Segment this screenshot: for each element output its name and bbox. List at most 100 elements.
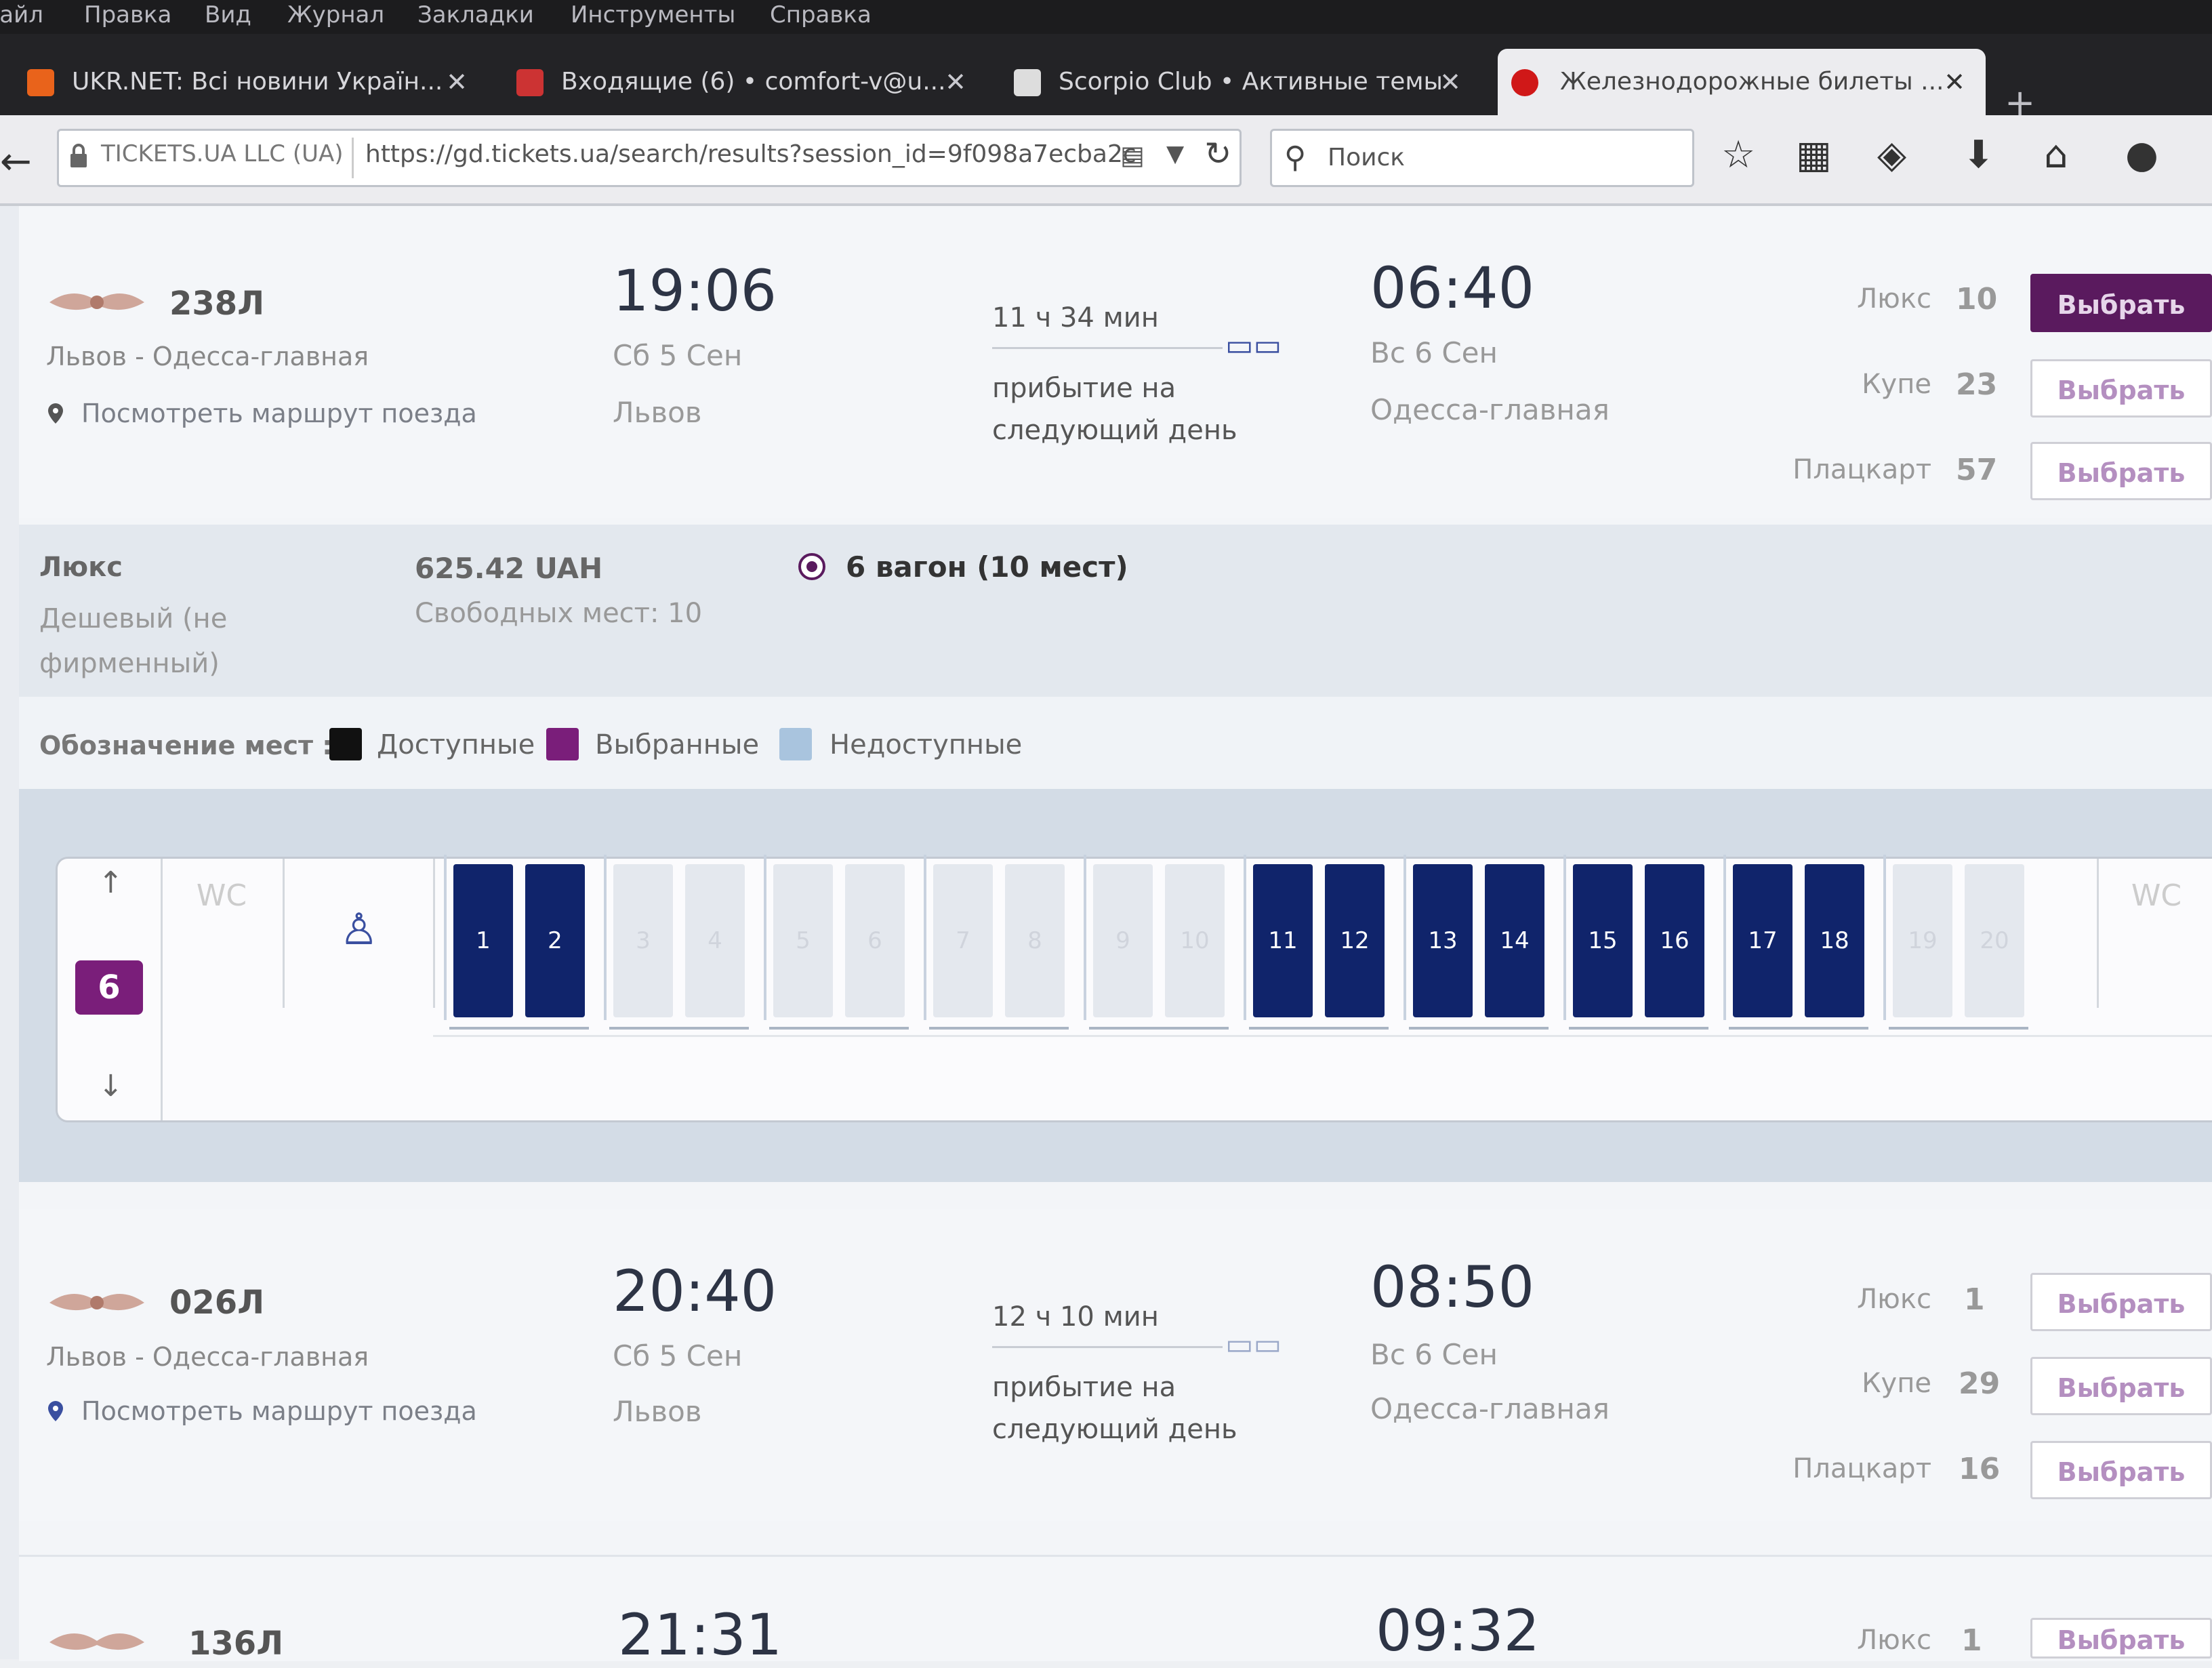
select-platzkart-button[interactable]: Выбрать xyxy=(2030,442,2212,500)
legend-unavailable-label: Недоступные xyxy=(830,729,1023,760)
seat-16[interactable]: 16 xyxy=(1645,864,1704,1017)
mail-favicon-icon xyxy=(516,69,544,96)
conductor-compartment: ♙ xyxy=(283,859,435,1008)
reload-icon[interactable]: ↻ xyxy=(1204,135,1231,173)
departure-station: Львов xyxy=(613,396,702,429)
departure-date: Сб 5 Сен xyxy=(613,1339,743,1372)
tab-railway-tickets[interactable]: Железнодорожные билеты ... ✕ xyxy=(1498,49,1986,115)
departure-station: Львов xyxy=(613,1395,702,1428)
tab-inbox[interactable]: Входящие (6) • comfort-v@u... ✕ xyxy=(516,49,966,115)
train-number: 238Л xyxy=(169,285,265,323)
arrival-note: прибытие на следующий день xyxy=(992,373,1237,446)
train-icon: ▭▭ xyxy=(1225,1327,1282,1362)
chat-icon[interactable]: ● xyxy=(2125,133,2158,177)
seat-1[interactable]: 1 xyxy=(453,864,513,1017)
arrow-down-icon: ↓ xyxy=(98,1069,123,1103)
wagon-option-label[interactable]: 6 вагон (10 мест) xyxy=(846,550,1128,584)
departure-time: 21:31 xyxy=(618,1602,783,1668)
coach-scheme: ↑ 6 ↓ WC ♙ 1 2 3 4 5 6 7 8 9 10 11 12 13 14 15 16 17 18 19… xyxy=(56,855,2212,1122)
wagon-radio[interactable] xyxy=(798,553,825,580)
arrival-date: Вс 6 Сен xyxy=(1370,1338,1498,1371)
page-content: 238Л Львов - Одесса-главная Посмотреть м… xyxy=(0,206,2212,1668)
class-count-platzkart: 16 xyxy=(1959,1452,2001,1486)
seat-11[interactable]: 11 xyxy=(1253,864,1313,1017)
arrival-station: Одесса-главная xyxy=(1370,1392,1610,1425)
download-icon[interactable]: ⬇ xyxy=(1963,133,1994,177)
route-link[interactable]: Посмотреть маршрут поезда xyxy=(46,1396,477,1426)
compartment-base xyxy=(1889,1027,2028,1030)
train-route: Львов - Одесса-главная xyxy=(46,1342,369,1372)
select-lux-button[interactable]: Выбрать xyxy=(2030,274,2212,332)
legend-available-label: Доступные xyxy=(377,729,535,760)
search-box[interactable]: ⚲ xyxy=(1270,129,1694,187)
route-link-label: Посмотреть маршрут поезда xyxy=(81,1396,477,1426)
coach-header: Люкс Дешевый (не фирменный) 625.42 UAH С… xyxy=(19,525,2212,699)
route-link[interactable]: Посмотреть маршрут поезда xyxy=(46,399,477,428)
seat-13[interactable]: 13 xyxy=(1413,864,1473,1017)
class-name-kupe: Купе xyxy=(1862,1368,1931,1399)
tickets-favicon-icon xyxy=(1511,69,1538,96)
close-tab-icon[interactable]: ✕ xyxy=(945,49,966,115)
class-name-platzkart: Плацкарт xyxy=(1793,1453,1931,1484)
home-icon[interactable]: ⌂ xyxy=(2044,133,2068,177)
seat-2[interactable]: 2 xyxy=(525,864,585,1017)
compartment-base xyxy=(1409,1027,1549,1030)
reader-view-icon[interactable]: ▤ xyxy=(1120,140,1145,170)
legend-unavailable-swatch xyxy=(779,728,812,760)
menu-history[interactable]: Журнал xyxy=(287,1,384,28)
close-tab-icon[interactable]: ✕ xyxy=(1944,49,1965,115)
select-platzkart-button[interactable]: Выбрать xyxy=(2030,1441,2212,1499)
url-bar[interactable]: TICKETS.UA LLC (UA) https://gd.tickets.u… xyxy=(57,129,1242,187)
menu-tools[interactable]: Инструменты xyxy=(571,1,735,28)
url-dropdown-icon[interactable]: ▼ xyxy=(1166,140,1184,167)
select-kupe-button[interactable]: Выбрать xyxy=(2030,1357,2212,1415)
bookmarks-list-icon[interactable]: ▦ xyxy=(1796,133,1832,177)
seat-6: 6 xyxy=(845,864,905,1017)
tab-scorpio[interactable]: Scorpio Club • Активные темы ✕ xyxy=(1014,49,1461,115)
url-text[interactable]: https://gd.tickets.ua/search/results?ses… xyxy=(365,140,1151,168)
seat-14[interactable]: 14 xyxy=(1485,864,1544,1017)
certificate-owner[interactable]: TICKETS.UA LLC (UA) xyxy=(101,140,344,167)
seat-15[interactable]: 15 xyxy=(1573,864,1633,1017)
menu-bookmarks[interactable]: Закладки xyxy=(417,1,534,28)
navigation-toolbar: ← TICKETS.UA LLC (UA) https://gd.tickets… xyxy=(0,115,2212,206)
corridor xyxy=(433,1035,2212,1037)
tab-label: UKR.NET: Всі новини Україн... xyxy=(72,68,443,96)
select-lux-button[interactable]: Выбрать xyxy=(2030,1273,2212,1331)
seat-18[interactable]: 18 xyxy=(1805,864,1864,1017)
seat-19: 19 xyxy=(1893,864,1952,1017)
departure-date: Сб 5 Сен xyxy=(613,339,743,372)
wc-left: WC xyxy=(161,859,285,1008)
scorpio-favicon-icon xyxy=(1014,69,1041,96)
legend-selected-label: Выбранные xyxy=(595,729,760,760)
compartment-divider xyxy=(444,855,447,1020)
close-tab-icon[interactable]: ✕ xyxy=(1439,49,1461,115)
select-lux-button[interactable]: Выбрать xyxy=(2030,1618,2212,1659)
class-count-platzkart: 57 xyxy=(1956,453,1998,487)
class-name-platzkart: Плацкарт xyxy=(1793,454,1931,485)
ukrnet-favicon-icon xyxy=(27,69,54,96)
tab-ukrnet[interactable]: UKR.NET: Всі новини Україн... ✕ xyxy=(27,49,468,115)
menu-edit[interactable]: Правка xyxy=(84,1,171,28)
arrow-up-icon: ↑ xyxy=(98,866,123,900)
tab-label: Входящие (6) • comfort-v@u... xyxy=(561,68,946,96)
wc-right: WC xyxy=(2097,859,2212,1008)
lock-icon xyxy=(70,144,87,167)
menu-help[interactable]: Справка xyxy=(770,1,872,28)
seat-17[interactable]: 17 xyxy=(1733,864,1793,1017)
menu-view[interactable]: Вид xyxy=(205,1,251,28)
seat-7: 7 xyxy=(933,864,993,1017)
back-icon[interactable]: ← xyxy=(0,140,32,184)
train-row: 026Л Львов - Одесса-главная Посмотреть м… xyxy=(19,1209,2212,1521)
seat-12[interactable]: 12 xyxy=(1325,864,1385,1017)
menu-file[interactable]: Файл xyxy=(0,1,43,28)
bookmark-star-icon[interactable]: ☆ xyxy=(1721,133,1755,177)
coach-class-subtitle: Дешевый (не фирменный) xyxy=(39,603,228,679)
close-tab-icon[interactable]: ✕ xyxy=(446,49,468,115)
search-input[interactable] xyxy=(1326,138,1668,177)
tab-label: Железнодорожные билеты ... xyxy=(1560,68,1944,96)
select-kupe-button[interactable]: Выбрать xyxy=(2030,359,2212,418)
class-count-kupe: 23 xyxy=(1956,367,1998,402)
pocket-icon[interactable]: ◈ xyxy=(1877,133,1906,177)
compartment-divider xyxy=(764,855,766,1020)
